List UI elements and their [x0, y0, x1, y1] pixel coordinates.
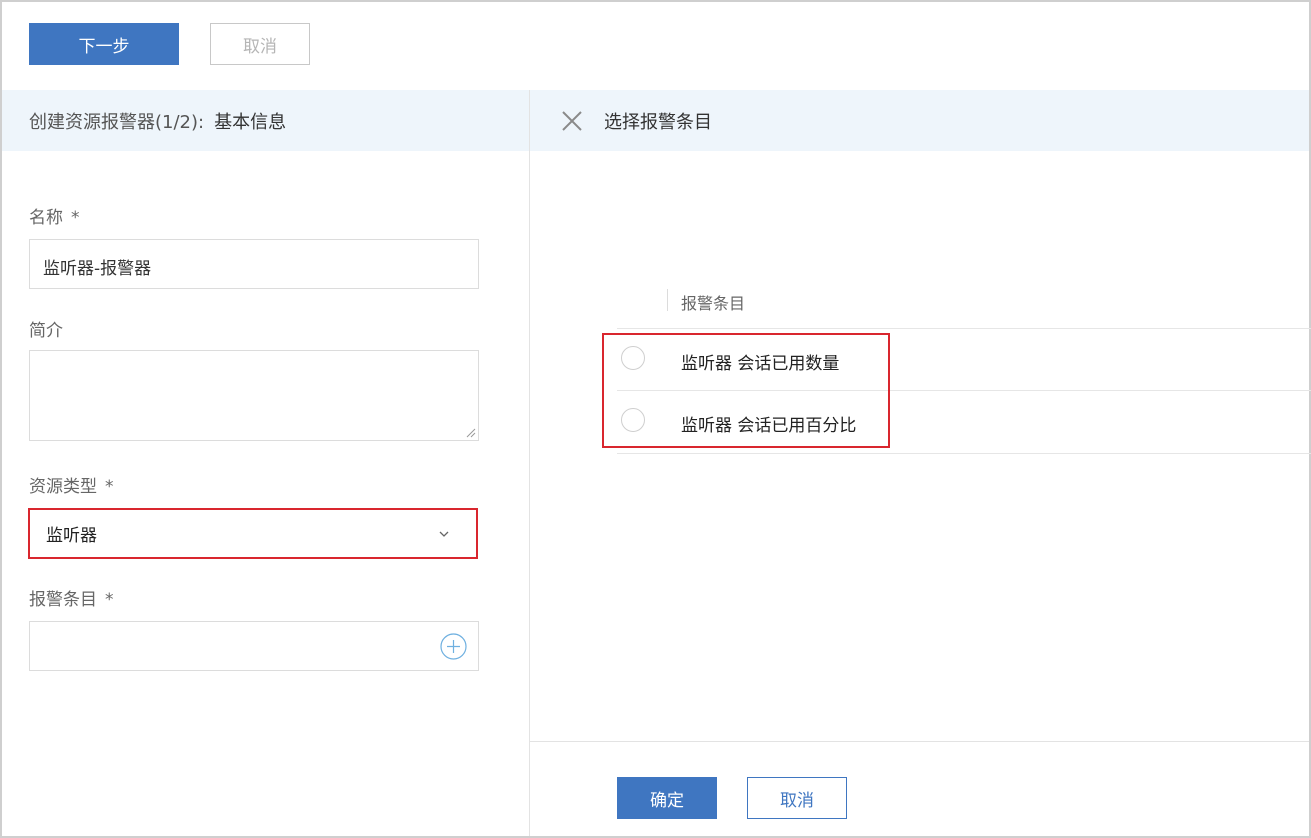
highlight-annotation-box	[602, 333, 890, 448]
panel-divider	[529, 90, 530, 836]
footer-divider	[530, 741, 1309, 742]
column-header: 报警条目	[681, 294, 746, 313]
cancel-button[interactable]: 取消	[747, 777, 847, 819]
required-mark: *	[105, 590, 114, 610]
header-row-line	[617, 328, 1311, 329]
name-field[interactable]: 监听器-报警器	[29, 239, 479, 289]
alarm-items-field[interactable]	[29, 621, 479, 671]
row-separator	[617, 453, 1311, 454]
description-field[interactable]	[29, 350, 479, 441]
close-icon[interactable]	[560, 109, 584, 133]
right-panel-header: 选择报警条目	[530, 90, 1309, 151]
wizard-step-title: 创建资源报警器(1/2):	[29, 111, 205, 133]
chevron-down-icon	[439, 531, 449, 537]
resize-grip-icon[interactable]	[466, 428, 476, 438]
plus-circle-icon[interactable]	[440, 633, 467, 660]
top-cancel-button[interactable]: 取消	[210, 23, 310, 65]
confirm-button[interactable]: 确定	[617, 777, 717, 819]
column-divider	[667, 289, 668, 311]
description-label: 简介	[29, 321, 63, 341]
next-step-button[interactable]: 下一步	[29, 23, 179, 65]
resource-type-value: 监听器	[46, 526, 97, 546]
resource-type-select[interactable]: 监听器	[28, 508, 478, 559]
left-panel-header: 创建资源报警器(1/2): 基本信息	[2, 90, 529, 151]
required-mark: *	[105, 477, 114, 497]
resource-type-label: 资源类型 *	[29, 477, 114, 497]
wizard-step-name: 基本信息	[214, 111, 287, 133]
name-label: 名称 *	[29, 208, 80, 228]
alarm-items-label: 报警条目 *	[29, 590, 114, 610]
panel-title: 选择报警条目	[604, 111, 712, 133]
required-mark: *	[71, 208, 80, 228]
